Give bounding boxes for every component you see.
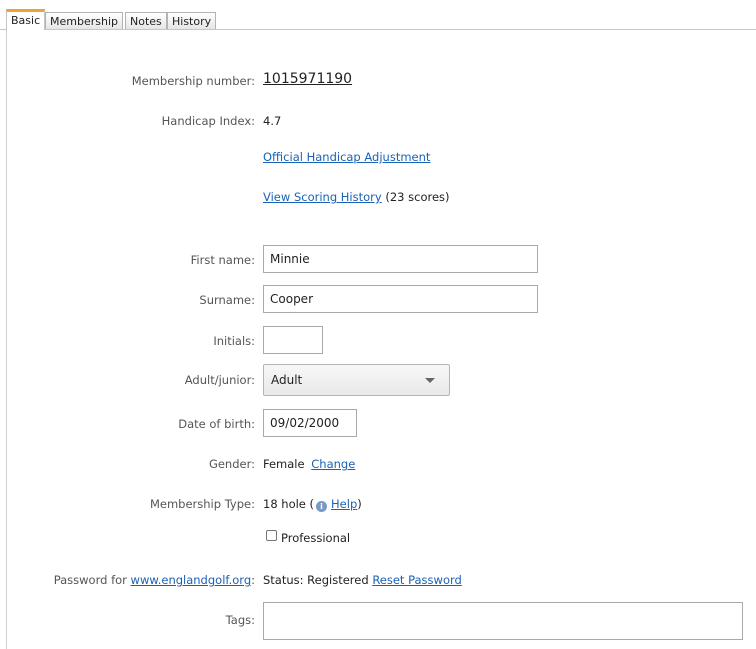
handicap-index-value: 4.7 [263, 114, 282, 128]
gender-change-link[interactable]: Change [311, 457, 355, 471]
tab-notes[interactable]: Notes [125, 12, 167, 29]
scoring-history-close-paren: ) [445, 190, 450, 204]
official-handicap-adjustment-row: Official Handicap Adjustment [263, 150, 430, 164]
handicap-index-label: Handicap Index: [161, 114, 255, 128]
membership-number-value: 1015971190 [263, 71, 353, 87]
tags-label: Tags: [225, 613, 255, 627]
scoring-history-count: 23 scores [389, 190, 446, 204]
first-name-input[interactable]: Minnie [263, 245, 538, 273]
gender-label: Gender: [208, 457, 255, 471]
membership-type-close-paren: ) [357, 497, 362, 511]
membership-type-value: 18 hole ( [263, 497, 315, 511]
adult-junior-label: Adult/junior: [184, 373, 255, 387]
info-icon: i [316, 501, 328, 512]
date-of-birth-input[interactable]: 09/02/2000 [263, 409, 357, 437]
chevron-down-icon [425, 378, 435, 383]
panel-left-border [6, 30, 7, 649]
scoring-history-row: View Scoring History (23 scores) [263, 190, 450, 204]
password-label-prefix: Password for [53, 573, 131, 587]
tab-basic[interactable]: Basic [6, 9, 46, 30]
tab-membership[interactable]: Membership [45, 12, 123, 29]
tags-input[interactable] [263, 602, 743, 640]
tab-history[interactable]: History [167, 12, 217, 29]
view-scoring-history-link[interactable]: View Scoring History [263, 190, 382, 204]
adult-junior-select[interactable]: Adult [263, 364, 450, 396]
adult-junior-selected: Adult [271, 373, 303, 387]
first-name-label: First name: [190, 253, 255, 267]
password-label-suffix: : [251, 573, 255, 587]
tab-bar: Basic Membership Notes History [0, 0, 756, 30]
gender-value: Female [263, 457, 305, 471]
surname-input[interactable]: Cooper [263, 285, 538, 313]
reset-password-link[interactable]: Reset Password [372, 573, 462, 587]
englandgolf-link[interactable]: www.englandgolf.org [131, 573, 252, 587]
membership-type-help-link[interactable]: Help [331, 497, 357, 511]
password-row: Status: Registered Reset Password [263, 573, 462, 587]
date-of-birth-label: Date of birth: [178, 417, 255, 431]
surname-label: Surname: [199, 293, 255, 307]
professional-label: Professional [281, 531, 351, 545]
tab-divider [0, 29, 756, 30]
password-label: Password for www.englandgolf.org: [54, 573, 255, 587]
membership-number-label: Membership number: [131, 74, 255, 88]
professional-checkbox[interactable] [266, 530, 277, 541]
initials-input[interactable] [263, 326, 323, 354]
membership-type-label: Membership Type: [149, 497, 255, 511]
membership-type-row: 18 hole (i Help) [263, 497, 362, 512]
official-handicap-adjustment-link[interactable]: Official Handicap Adjustment [263, 150, 430, 164]
password-status: Status: Registered [263, 573, 369, 587]
initials-label: Initials: [213, 334, 255, 348]
gender-row: Female Change [263, 457, 355, 471]
